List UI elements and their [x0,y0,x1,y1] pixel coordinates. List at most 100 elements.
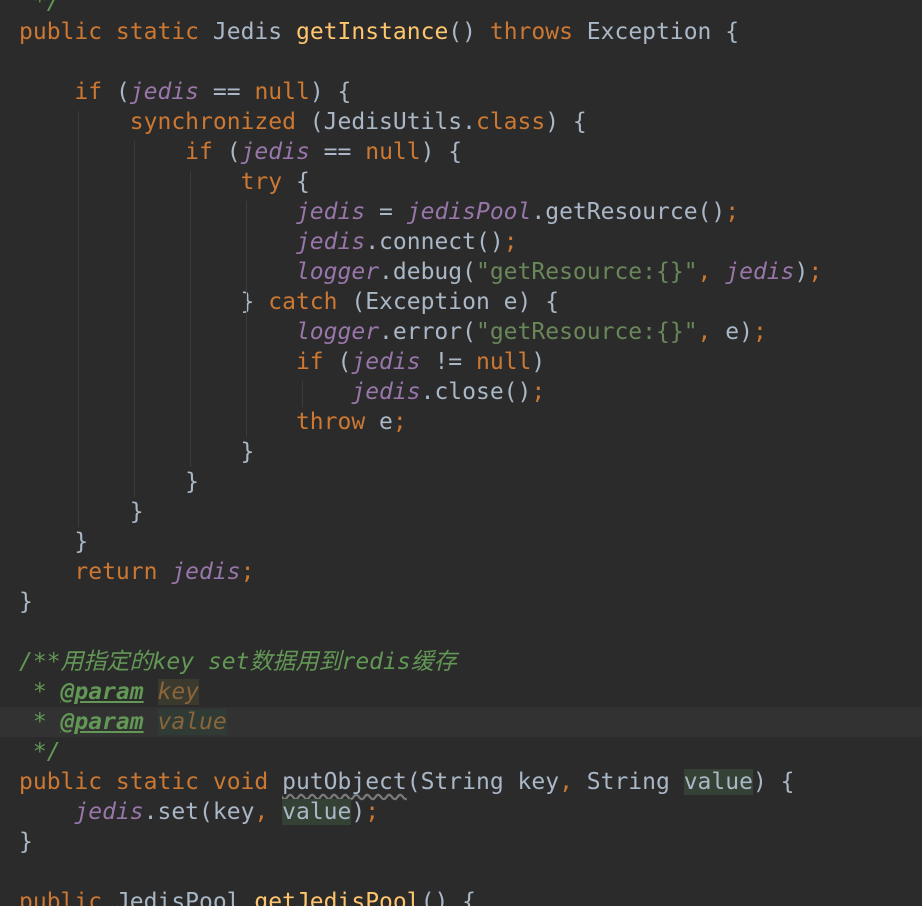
code-line[interactable]: logger.debug("getResource:{}", jedis); [0,257,922,287]
code-token: logger [295,259,380,285]
code-line[interactable]: if (jedis == null) { [0,137,922,167]
code-line-text: logger.debug("getResource:{}", jedis); [19,257,822,287]
code-line-text: } [19,467,199,497]
code-token: */ [19,739,61,765]
code-line[interactable]: jedis.connect(); [0,227,922,257]
code-token: synchronized [129,109,310,135]
code-token: key [157,679,200,705]
code-token: e [379,409,393,435]
code-line[interactable]: jedis.set(key, value); [0,797,922,827]
code-line[interactable]: /**用指定的key set数据用到redis缓存 [0,647,922,677]
code-token: (String key [406,769,560,795]
code-token: , [559,769,587,795]
code-line[interactable]: } [0,437,922,467]
code-line[interactable]: public static Jedis getInstance() throws… [0,17,922,47]
code-line-text: try { [19,167,310,197]
code-line[interactable]: */ [0,737,922,767]
code-token: @param [60,679,144,705]
code-token: */ [19,0,61,15]
code-token: jedis [725,259,795,285]
code-line-text: jedis = jedisPool.getResource(); [19,197,739,227]
code-token: if [295,349,338,375]
code-line-text: if (jedis != null) [19,347,545,377]
code-token: e) [725,319,753,345]
code-token: (JedisUtils. [309,109,476,135]
code-line[interactable]: } catch (Exception e) { [0,287,922,317]
code-token: , [697,319,726,345]
code-line-text: if (jedis == null) { [19,137,462,167]
code-token: public [19,889,116,906]
code-token: { [295,169,310,195]
code-token: .connect() [365,229,504,255]
code-line-text: } catch (Exception e) { [19,287,560,317]
code-token: jedis [351,379,421,405]
code-line[interactable]: public static void putObject(String key,… [0,767,922,797]
code-line[interactable]: return jedis; [0,557,922,587]
code-token: .set(key [143,799,255,825]
code-editor[interactable]: */ public static Jedis getInstance() thro… [0,0,922,906]
code-line[interactable]: } [0,587,922,617]
code-token: null [365,139,421,165]
code-line[interactable]: } [0,497,922,527]
code-line[interactable] [0,47,922,77]
code-line[interactable] [0,617,922,647]
code-token: != [420,349,476,375]
code-token: throws [489,19,587,45]
code-line-text: } [19,827,33,857]
code-line-text: logger.error("getResource:{}", e); [19,317,767,347]
code-token: } [19,589,33,615]
code-line[interactable]: jedis.close(); [0,377,922,407]
code-token: ; [725,199,740,225]
code-line-text: public static void putObject(String key,… [19,767,795,797]
code-token: ; [392,409,407,435]
code-line-text: if (jedis == null) { [19,77,351,107]
code-token: value [683,769,753,795]
code-line[interactable]: if (jedis != null) [0,347,922,377]
code-token: putObject [282,769,407,795]
code-token: ) [531,349,546,375]
code-line[interactable]: try { [0,167,922,197]
code-token: } [19,469,200,495]
code-line[interactable]: } [0,527,922,557]
code-line[interactable]: */ [0,0,922,17]
code-line[interactable]: * @param value [0,707,922,737]
code-line-text: return jedis; [19,557,254,587]
code-line-text: synchronized (JedisUtils.class) { [19,107,587,137]
code-token: public static void [19,769,283,795]
code-token: class [475,109,546,135]
code-line-text: * @param value [19,707,227,737]
code-line[interactable]: if (jedis == null) { [0,77,922,107]
code-token: ) [794,259,809,285]
code-line[interactable]: throw e; [0,407,922,437]
code-line[interactable]: * @param key [0,677,922,707]
code-line[interactable]: } [0,827,922,857]
code-line-text: /**用指定的key set数据用到redis缓存 [19,647,457,677]
code-line[interactable]: logger.error("getResource:{}", e); [0,317,922,347]
code-token: /**用指定的key set数据用到redis缓存 [19,649,457,675]
code-token: jedis [295,199,366,225]
code-line[interactable]: synchronized (JedisUtils.class) { [0,107,922,137]
code-line[interactable]: public JedisPool getJedisPool() { [0,887,922,906]
code-line[interactable] [0,857,922,887]
code-token: ) { [309,79,352,105]
code-token: String [586,769,684,795]
code-token: jedis [351,349,421,375]
code-line-text: } [19,587,33,617]
code-token: } [19,439,255,465]
code-line-text: jedis.connect(); [19,227,518,257]
code-line[interactable]: jedis = jedisPool.getResource(); [0,197,922,227]
code-token: value [157,709,227,735]
indent-guide [78,111,79,527]
indent-guide [190,171,191,467]
code-token: jedisPool [406,199,532,225]
code-line[interactable]: } [0,467,922,497]
indent-guide [134,141,135,497]
code-token: jedis [240,139,310,165]
code-line-text: * @param key [19,677,200,707]
code-token: } [19,499,144,525]
